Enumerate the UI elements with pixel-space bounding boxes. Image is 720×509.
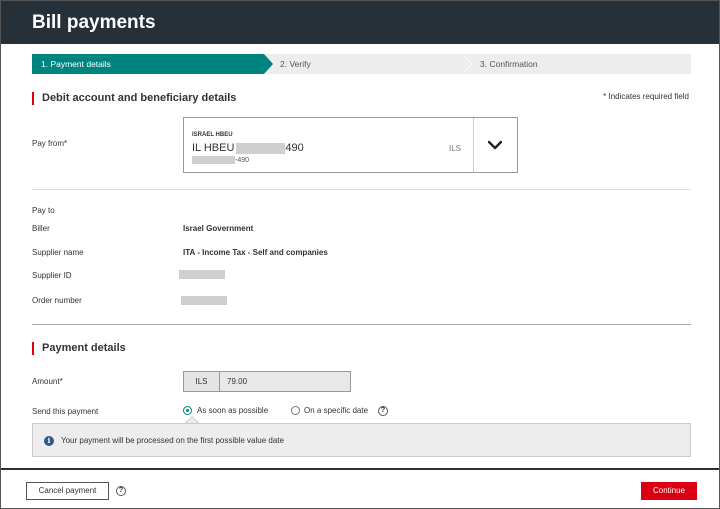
- select-divider: [473, 118, 474, 172]
- account-currency: ILS: [449, 144, 462, 153]
- amount-input[interactable]: 79.00: [219, 371, 351, 392]
- account-number: IL HBEU 490: [192, 142, 304, 154]
- progress-stepper: 1. Payment details 2. Verify 3. Confirma…: [32, 54, 691, 74]
- send-payment-label: Send this payment: [32, 407, 99, 416]
- help-icon[interactable]: ?: [378, 406, 388, 416]
- pay-from-label: Pay from*: [32, 139, 68, 148]
- continue-button[interactable]: Continue: [641, 482, 697, 500]
- amount-label: Amount*: [32, 377, 63, 386]
- step-separator: [462, 54, 472, 74]
- supplier-name-label: Supplier name: [32, 248, 84, 257]
- order-number-value: [181, 296, 227, 306]
- info-pointer: [185, 416, 199, 424]
- biller-value: Israel Government: [183, 224, 254, 233]
- divider: [32, 189, 691, 190]
- redacted-block: [181, 296, 227, 306]
- page-title: Bill payments: [32, 12, 156, 33]
- supplier-name-value: ITA - Income Tax - Self and companies: [183, 248, 328, 257]
- radio-asap[interactable]: [183, 406, 192, 415]
- cancel-payment-button[interactable]: Cancel payment: [26, 482, 109, 500]
- section-title-payment: Payment details: [32, 342, 126, 355]
- pay-from-account-select[interactable]: ISRAEL HBEU IL HBEU 490 -490 ILS: [183, 117, 518, 173]
- radio-specific-date-label[interactable]: On a specific date: [304, 406, 368, 415]
- supplier-id-label: Supplier ID: [32, 271, 72, 280]
- redacted-block: [236, 142, 286, 154]
- account-sub-number: -490: [192, 156, 249, 164]
- account-sub-suffix: -490: [235, 156, 250, 164]
- required-field-note: * Indicates required field: [603, 92, 689, 101]
- account-bank-name: ISRAEL HBEU: [192, 132, 233, 138]
- divider: [32, 324, 691, 325]
- step-confirmation: 3. Confirmation: [480, 59, 538, 69]
- chevron-down-icon[interactable]: [488, 138, 502, 152]
- radio-asap-label[interactable]: As soon as possible: [197, 406, 268, 415]
- footer-bar: Cancel payment ? Continue: [1, 468, 719, 508]
- step-payment-details: 1. Payment details: [32, 54, 273, 74]
- account-number-suffix: 490: [285, 142, 304, 154]
- biller-label: Biller: [32, 224, 50, 233]
- amount-currency: ILS: [183, 371, 220, 392]
- section-title-debit: Debit account and beneficiary details: [32, 92, 236, 105]
- info-text: Your payment will be processed on the fi…: [61, 436, 284, 445]
- pay-to-heading: Pay to: [32, 206, 55, 215]
- redacted-block: [192, 156, 235, 164]
- account-number-prefix: IL HBEU: [192, 142, 235, 154]
- help-icon[interactable]: ?: [116, 486, 126, 496]
- order-number-label: Order number: [32, 296, 82, 305]
- info-icon: i: [44, 436, 54, 446]
- step-verify: 2. Verify: [280, 59, 311, 69]
- title-bar: Bill payments: [1, 1, 719, 44]
- supplier-id-value: [179, 270, 225, 280]
- radio-specific-date[interactable]: [291, 406, 300, 415]
- bill-payments-window: Bill payments 1. Payment details 2. Veri…: [0, 0, 720, 509]
- redacted-block: [179, 270, 225, 280]
- info-message: i Your payment will be processed on the …: [32, 423, 691, 457]
